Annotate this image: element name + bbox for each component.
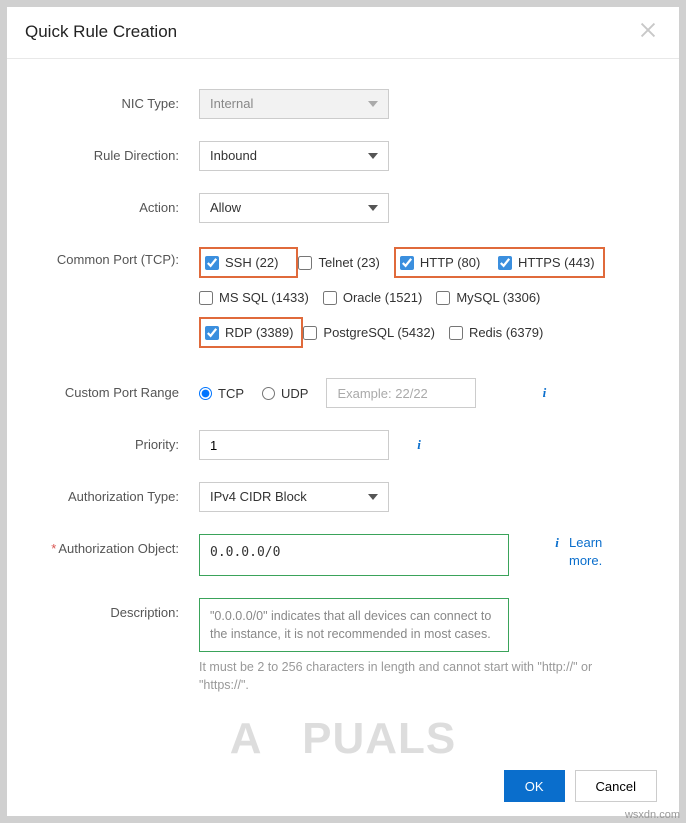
checkbox-rdp[interactable]: RDP (3389) [205,325,293,340]
nic-type-select: Internal [199,89,389,119]
dialog-footer: OK Cancel [504,770,657,802]
label-rule-direction: Rule Direction: [31,141,199,171]
info-icon[interactable] [536,385,552,401]
checkbox-https[interactable]: HTTPS (443) [498,255,595,270]
label-auth-object: *Authorization Object: [31,534,199,558]
chevron-down-icon [368,205,378,211]
dialog-title: Quick Rule Creation [25,22,177,42]
checkbox-ssh[interactable]: SSH (22) [205,255,278,270]
checkbox-oracle[interactable]: Oracle (1521) [323,290,422,305]
custom-port-input[interactable] [326,378,476,408]
radio-tcp[interactable]: TCP [199,386,244,401]
watermark: A PUALS [7,714,679,764]
description-hint: It must be 2 to 256 characters in length… [199,658,619,694]
checkbox-mssql[interactable]: MS SQL (1433) [199,290,309,305]
checkbox-http[interactable]: HTTP (80) [400,255,480,270]
highlight-rdp: RDP (3389) [199,317,303,348]
highlight-http-https: HTTP (80) HTTPS (443) [394,247,605,278]
action-select[interactable]: Allow [199,193,389,223]
label-custom-port: Custom Port Range [31,378,199,408]
rule-direction-select[interactable]: Inbound [199,141,389,171]
action-value: Allow [210,194,241,222]
cancel-button[interactable]: Cancel [575,770,657,802]
radio-udp[interactable]: UDP [262,386,308,401]
priority-input[interactable] [199,430,389,460]
dialog-content: NIC Type: Internal Rule Direction: Inbou… [7,59,679,709]
description-input[interactable]: "0.0.0.0/0" indicates that all devices c… [199,598,509,652]
ok-button[interactable]: OK [504,770,565,802]
rule-direction-value: Inbound [210,142,257,170]
checkbox-telnet[interactable]: Telnet (23) [298,255,379,270]
quick-rule-dialog: Quick Rule Creation NIC Type: Internal R… [6,6,680,817]
label-nic-type: NIC Type: [31,89,199,119]
titlebar: Quick Rule Creation [7,7,679,59]
label-action: Action: [31,193,199,223]
checkbox-redis[interactable]: Redis (6379) [449,325,543,340]
label-common-port: Common Port (TCP): [31,245,199,275]
chevron-down-icon [368,101,378,107]
auth-object-input[interactable] [199,534,509,576]
chevron-down-icon [368,494,378,500]
nic-type-value: Internal [210,90,253,118]
auth-type-select[interactable]: IPv4 CIDR Block [199,482,389,512]
label-auth-type: Authorization Type: [31,482,199,512]
checkbox-mysql[interactable]: MySQL (3306) [436,290,540,305]
label-priority: Priority: [31,430,199,460]
close-icon[interactable] [637,19,659,44]
highlight-ssh: SSH (22) [199,247,298,278]
info-icon[interactable] [411,437,427,453]
checkbox-postgresql[interactable]: PostgreSQL (5432) [303,325,435,340]
source-mark: wsxdn.com [625,809,680,821]
info-icon [549,535,565,551]
chevron-down-icon [368,153,378,159]
learn-more-link[interactable]: Learn more. [549,534,629,570]
auth-type-value: IPv4 CIDR Block [210,483,307,511]
label-description: Description: [31,598,199,628]
